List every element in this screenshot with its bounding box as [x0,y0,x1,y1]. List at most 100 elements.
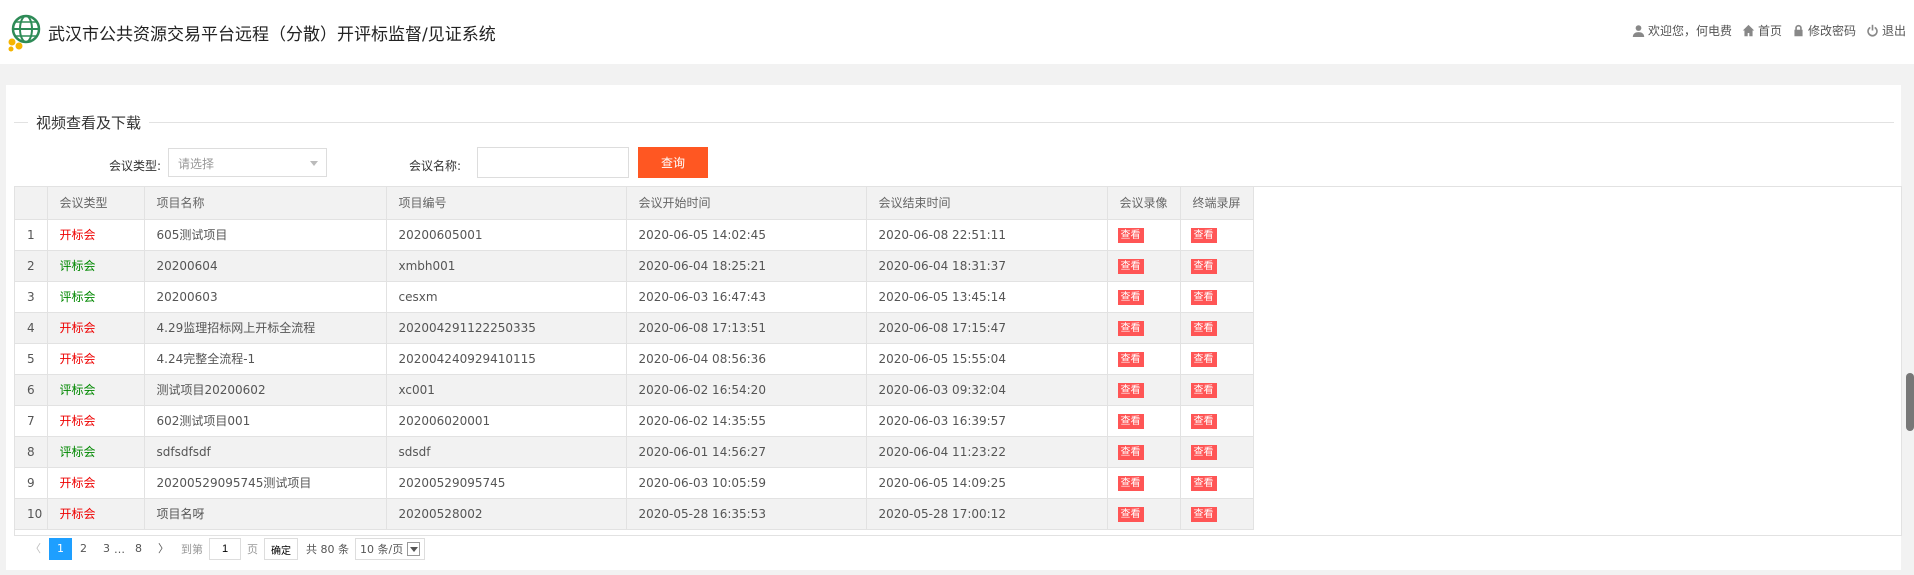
terminal-record-view-button[interactable]: 查看 [1190,475,1217,491]
row-index: 7 [15,405,48,437]
meeting-video-view-button[interactable]: 查看 [1117,444,1144,460]
prev-page-button[interactable]: 〈 [22,538,49,560]
row-index: 9 [15,467,48,499]
logout-label: 退出 [1881,24,1906,38]
terminal-record-cell: 查看 [1180,498,1254,530]
col-end-time: 会议结束时间 [866,187,1108,220]
table-row: 7 开标会 602测试项目001 202006020001 2020-06-02 14:… [15,405,1254,437]
terminal-record-cell: 查看 [1180,436,1254,468]
chevron-down-icon [407,542,421,556]
row-meeting-type: 开标会 [47,312,145,344]
meeting-video-view-button[interactable]: 查看 [1117,320,1144,336]
col-start-time: 会议开始时间 [626,187,867,220]
row-project-code: cesxm [386,281,627,313]
terminal-record-cell: 查看 [1180,219,1254,251]
home-icon [1742,24,1755,37]
meeting-video-view-button[interactable]: 查看 [1117,351,1144,367]
goto-page-input[interactable] [209,538,241,560]
meeting-video-view-button[interactable]: 查看 [1117,413,1144,429]
query-button[interactable]: 查询 [638,147,708,178]
row-index: 5 [15,343,48,375]
col-project-code: 项目编号 [386,187,627,220]
table-body: 1 开标会 605测试项目 20200605001 2020-06-05 14:02:4… [15,219,1254,530]
row-end-time: 2020-06-03 09:32:04 [866,374,1108,406]
terminal-record-view-button[interactable]: 查看 [1190,444,1217,460]
power-icon [1867,24,1878,37]
page-last-button[interactable]: 8 [127,538,150,560]
col-index [15,187,48,220]
row-project-code: xmbh001 [386,250,627,282]
terminal-record-view-button[interactable]: 查看 [1190,320,1217,336]
row-start-time: 2020-06-04 08:56:36 [626,343,867,375]
main-panel: 视频查看及下载 会议类型: 请选择 会议名称: 查询 会议类型 项目名称 项目编… [6,85,1902,570]
terminal-record-view-button[interactable]: 查看 [1190,227,1217,243]
meeting-name-input[interactable] [477,147,629,178]
row-project-name: 605测试项目 [144,219,387,251]
row-index: 8 [15,436,48,468]
table-row: 8 评标会 sdfsdfsdf sdsdf 2020-06-01 14:56:27 202… [15,436,1254,468]
scrollbar-thumb[interactable] [1906,373,1914,431]
meeting-video-cell: 查看 [1107,281,1181,313]
meeting-video-view-button[interactable]: 查看 [1117,289,1144,305]
terminal-record-view-button[interactable]: 查看 [1190,351,1217,367]
row-start-time: 2020-06-02 16:54:20 [626,374,867,406]
table-row: 3 评标会 20200603 cesxm 2020-06-03 16:47:43 2020… [15,281,1254,313]
meeting-type-select[interactable]: 请选择 [168,148,327,177]
terminal-record-view-button[interactable]: 查看 [1190,289,1217,305]
row-project-name: 20200529095745测试项目 [144,467,387,499]
table-row: 5 开标会 4.24完整全流程-1 202004240929410115 2020-06… [15,343,1254,375]
page-3-button[interactable]: 3 [95,538,112,560]
change-password-link[interactable]: 修改密码 [1792,22,1856,39]
row-meeting-type: 开标会 [47,498,145,530]
row-index: 1 [15,219,48,251]
meeting-video-view-button[interactable]: 查看 [1117,506,1144,522]
page-size-value: 10 条/页 [360,543,404,556]
row-end-time: 2020-06-05 15:55:04 [866,343,1108,375]
row-end-time: 2020-06-08 22:51:11 [866,219,1108,251]
goto-confirm-button[interactable]: 确定 [264,538,298,560]
terminal-record-cell: 查看 [1180,343,1254,375]
meeting-video-view-button[interactable]: 查看 [1117,227,1144,243]
welcome-text: 欢迎您，何电费 [1647,24,1732,38]
meeting-video-view-button[interactable]: 查看 [1117,258,1144,274]
meeting-video-view-button[interactable]: 查看 [1117,475,1144,491]
total-count: 共 80 条 [306,543,349,556]
app-title: 武汉市公共资源交易平台远程（分散）开评标监督/见证系统 [48,25,496,45]
top-bar: 武汉市公共资源交易平台远程（分散）开评标监督/见证系统 欢迎您，何电费 首页 修… [0,0,1914,64]
row-project-name: 20200604 [144,250,387,282]
row-project-name: sdfsdfsdf [144,436,387,468]
terminal-record-cell: 查看 [1180,312,1254,344]
home-link[interactable]: 首页 [1742,22,1782,39]
row-project-code: 20200529095745 [386,467,627,499]
meeting-type-label: 会议类型: [109,159,162,173]
meeting-video-cell: 查看 [1107,219,1181,251]
terminal-record-view-button[interactable]: 查看 [1190,413,1217,429]
row-end-time: 2020-06-05 13:45:14 [866,281,1108,313]
col-terminal-record: 终端录屏 [1180,187,1254,220]
page-1-button[interactable]: 1 [49,538,72,560]
row-end-time: 2020-06-05 14:09:25 [866,467,1108,499]
row-project-name: 项目名呀 [144,498,387,530]
pager-ellipsis: … [114,542,125,556]
next-page-button[interactable]: 〉 [150,538,177,560]
row-end-time: 2020-06-04 11:23:22 [866,436,1108,468]
meeting-video-view-button[interactable]: 查看 [1117,382,1144,398]
page-size-select[interactable]: 10 条/页 [355,538,426,560]
user-welcome: 欢迎您，何电费 [1632,22,1732,39]
row-project-code: 202006020001 [386,405,627,437]
top-links: 欢迎您，何电费 首页 修改密码 退出 [1632,22,1906,39]
logout-link[interactable]: 退出 [1866,22,1906,39]
data-table: 会议类型 项目名称 项目编号 会议开始时间 会议结束时间 会议录像 终端录屏 1… [15,187,1254,530]
terminal-record-cell: 查看 [1180,405,1254,437]
row-project-code: 202004291122250335 [386,312,627,344]
terminal-record-view-button[interactable]: 查看 [1190,382,1217,398]
row-project-code: xc001 [386,374,627,406]
terminal-record-view-button[interactable]: 查看 [1190,506,1217,522]
section-divider [14,122,1894,123]
meeting-video-cell: 查看 [1107,405,1181,437]
page-2-button[interactable]: 2 [72,538,95,560]
col-project-name: 项目名称 [144,187,387,220]
row-end-time: 2020-05-28 17:00:12 [866,498,1108,530]
terminal-record-view-button[interactable]: 查看 [1190,258,1217,274]
row-project-name: 4.24完整全流程-1 [144,343,387,375]
